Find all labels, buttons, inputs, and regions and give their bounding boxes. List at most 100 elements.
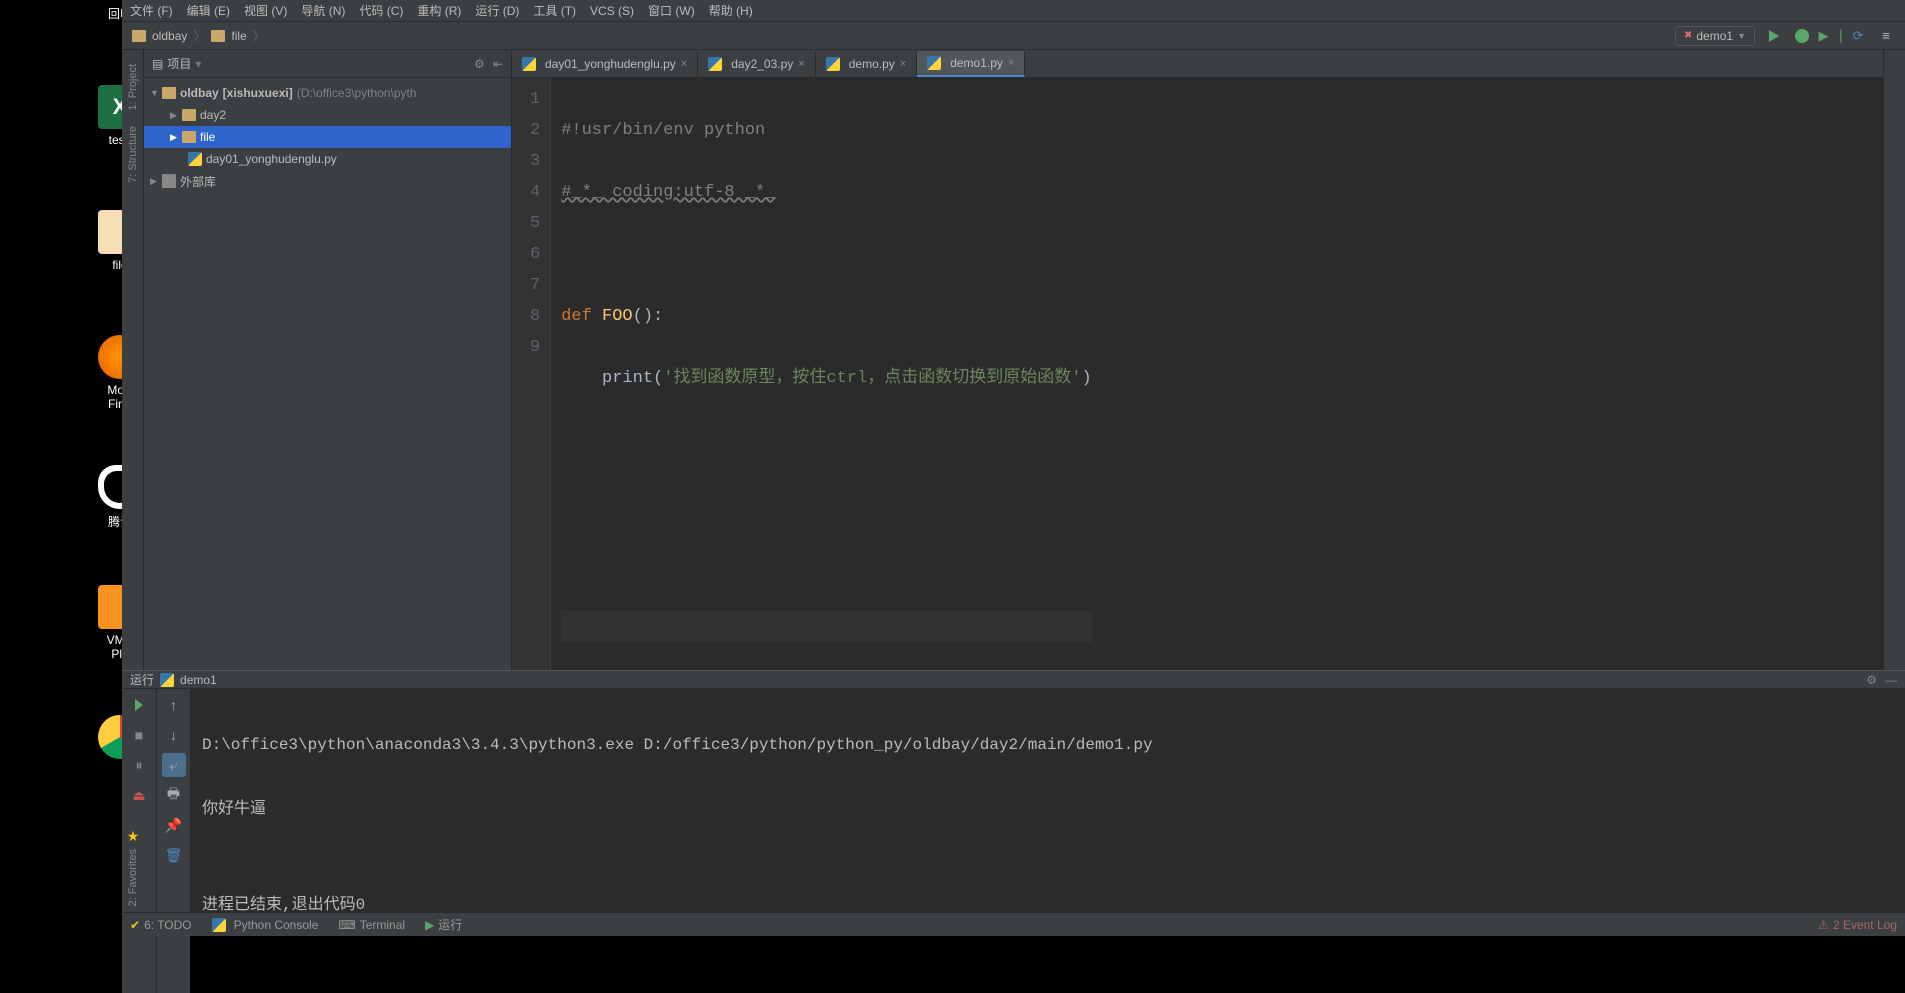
tree-external-libs[interactable]: ▶ 外部库 (144, 170, 511, 192)
project-header-label: 项目 (167, 55, 191, 72)
toolbar-right: ✖ demo1 ▼ ▶⎹ ⟳ ≡ (1675, 26, 1895, 46)
status-run[interactable]: ▶运行 (425, 916, 462, 933)
editor-tabs: day01_yonghudenglu.py× day2_03.py × demo.… (512, 50, 1883, 78)
tree-label: day2 (200, 108, 226, 122)
run-tool-window: 运行 demo1 ⚙ — ■ ⏸ ⏏ ↑ ↓ ⤶ 🖶 📌 🗑 (122, 670, 1905, 912)
status-python-console[interactable]: Python Console (212, 918, 319, 932)
right-tool-strip (1883, 50, 1905, 670)
sidebar-structure-tab[interactable]: 7: Structure (127, 126, 139, 183)
rerun-button[interactable] (127, 693, 151, 717)
tree-project-root[interactable]: ▼ oldbay [xishuxuexi] (D:\office3\python… (144, 82, 511, 104)
expand-icon[interactable]: ▶ (170, 110, 182, 121)
menu-run[interactable]: 运行 (D) (475, 2, 519, 19)
tab-demo[interactable]: demo.py × (816, 51, 917, 77)
close-icon[interactable]: × (681, 58, 687, 70)
menu-code[interactable]: 代码 (C) (359, 2, 403, 19)
tree-label: 外部库 (180, 173, 216, 190)
ide-window: 文件 (F) 编辑 (E) 视图 (V) 导航 (N) 代码 (C) 重构 (R… (122, 0, 1905, 936)
project-tool-window: ▤ 项目 ▾ ⚙ ⇤ ▼ oldbay [xishuxuexi] (D:\off… (144, 50, 512, 670)
folder-icon (182, 131, 196, 143)
tab-demo1[interactable]: demo1.py × (917, 51, 1025, 77)
status-todo[interactable]: ✔6: TODO (130, 918, 192, 932)
menu-window[interactable]: 窗口 (W) (648, 2, 695, 19)
clear-button[interactable]: 🗑 (162, 843, 186, 867)
tab-label: demo1.py (950, 56, 1003, 70)
gear-icon[interactable]: ⚙ (474, 57, 485, 71)
run-coverage-button[interactable]: ▶⎹ (1821, 27, 1839, 45)
menu-vcs[interactable]: VCS (S) (590, 4, 634, 18)
tree-folder-day2[interactable]: ▶ day2 (144, 104, 511, 126)
menu-view[interactable]: 视图 (V) (244, 2, 287, 19)
tree-label: file (200, 130, 215, 144)
chevron-right-icon: 〉 (193, 27, 205, 44)
folder-icon (162, 87, 176, 99)
code-editor[interactable]: 123456789 #!usr/bin/env python #_*_ codi… (512, 78, 1883, 670)
status-event-log[interactable]: ⚠2 Event Log (1818, 918, 1897, 932)
status-terminal[interactable]: ⌨Terminal (338, 918, 405, 932)
menu-tools[interactable]: 工具 (T) (533, 2, 576, 19)
console-output[interactable]: D:\office3\python\anaconda3\3.4.3\python… (190, 689, 1905, 993)
expand-icon[interactable]: ▶ (170, 132, 182, 143)
left-tool-strip: 1: Project 7: Structure (122, 50, 144, 670)
tab-day01[interactable]: day01_yonghudenglu.py× (512, 51, 698, 77)
source-text[interactable]: #!usr/bin/env python #_*_ coding:utf-8 _… (551, 78, 1101, 670)
scroll-down-button[interactable]: ↓ (162, 723, 186, 747)
crumb-root[interactable]: oldbay (152, 29, 187, 43)
expand-icon[interactable]: ▼ (150, 88, 162, 98)
tree-path: (D:\office3\python\pyth (297, 86, 417, 100)
scroll-up-button[interactable]: ↑ (162, 693, 186, 717)
tab-day2-03[interactable]: day2_03.py × (698, 51, 816, 77)
close-icon[interactable]: × (900, 58, 906, 70)
expand-icon[interactable]: ▶ (150, 176, 162, 187)
menu-file[interactable]: 文件 (F) (130, 2, 173, 19)
menu-refactor[interactable]: 重构 (R) (417, 2, 461, 19)
tree-label: day01_yonghudenglu.py (206, 152, 337, 166)
stop-icon: ✖ (1684, 30, 1692, 41)
desktop-area: 回收 X test. file Mozi Firef 腾讯 VMw Pla (0, 0, 140, 936)
sidebar-project-tab[interactable]: 1: Project (127, 64, 139, 110)
folder-icon (132, 30, 146, 42)
update-button[interactable]: ⟳ (1849, 27, 1867, 45)
debug-button[interactable] (1793, 27, 1811, 45)
tree-file-day01[interactable]: day01_yonghudenglu.py (144, 148, 511, 170)
menu-help[interactable]: 帮助 (H) (709, 2, 753, 19)
print-button[interactable]: 🖶 (162, 783, 186, 807)
tab-label: day2_03.py (731, 57, 793, 71)
python-file-icon (160, 673, 174, 687)
search-everywhere-button[interactable]: ≡ (1877, 27, 1895, 45)
close-icon[interactable]: × (1008, 57, 1014, 69)
console-line: D:\office3\python\anaconda3\3.4.3\python… (202, 729, 1893, 761)
crumb-child[interactable]: file (231, 29, 246, 43)
close-icon[interactable]: × (798, 58, 804, 70)
run-button[interactable] (1765, 27, 1783, 45)
tab-label: demo.py (849, 57, 895, 71)
gear-icon[interactable]: ⚙ (1866, 673, 1877, 687)
nav-bar: oldbay 〉 file 〉 ✖ demo1 ▼ ▶⎹ ⟳ ≡ (122, 22, 1905, 50)
console-line: 你好牛逼 (202, 793, 1893, 825)
menu-edit[interactable]: 编辑 (E) (187, 2, 230, 19)
chevron-down-icon[interactable]: ▾ (195, 57, 201, 71)
soft-wrap-button[interactable]: ⤶ (162, 753, 186, 777)
run-header: 运行 demo1 ⚙ — (122, 671, 1905, 689)
stop-button[interactable]: ■ (127, 723, 151, 747)
play-icon: ▶ (425, 918, 434, 932)
breadcrumb: oldbay 〉 file 〉 (132, 27, 265, 44)
sidebar-favorites-tab[interactable]: 2: Favorites (127, 849, 139, 906)
pause-button[interactable]: ⏸ (127, 753, 151, 777)
python-file-icon (522, 57, 536, 71)
folder-icon (182, 109, 196, 121)
hide-icon[interactable]: — (1885, 673, 1897, 687)
tree-folder-file[interactable]: ▶ file (144, 126, 511, 148)
chevron-right-icon: 〉 (253, 27, 265, 44)
python-file-icon (927, 56, 941, 70)
python-file-icon (826, 57, 840, 71)
pin-button[interactable]: 📌 (162, 813, 186, 837)
line-gutter: 123456789 (512, 78, 551, 670)
run-config-name: demo1 (1696, 29, 1733, 43)
run-header-name: demo1 (180, 673, 217, 687)
run-header-label: 运行 (130, 671, 154, 688)
project-tree[interactable]: ▼ oldbay [xishuxuexi] (D:\office3\python… (144, 78, 511, 670)
collapse-icon[interactable]: ⇤ (493, 57, 503, 71)
run-configuration-selector[interactable]: ✖ demo1 ▼ (1675, 26, 1755, 46)
menu-nav[interactable]: 导航 (N) (301, 2, 345, 19)
